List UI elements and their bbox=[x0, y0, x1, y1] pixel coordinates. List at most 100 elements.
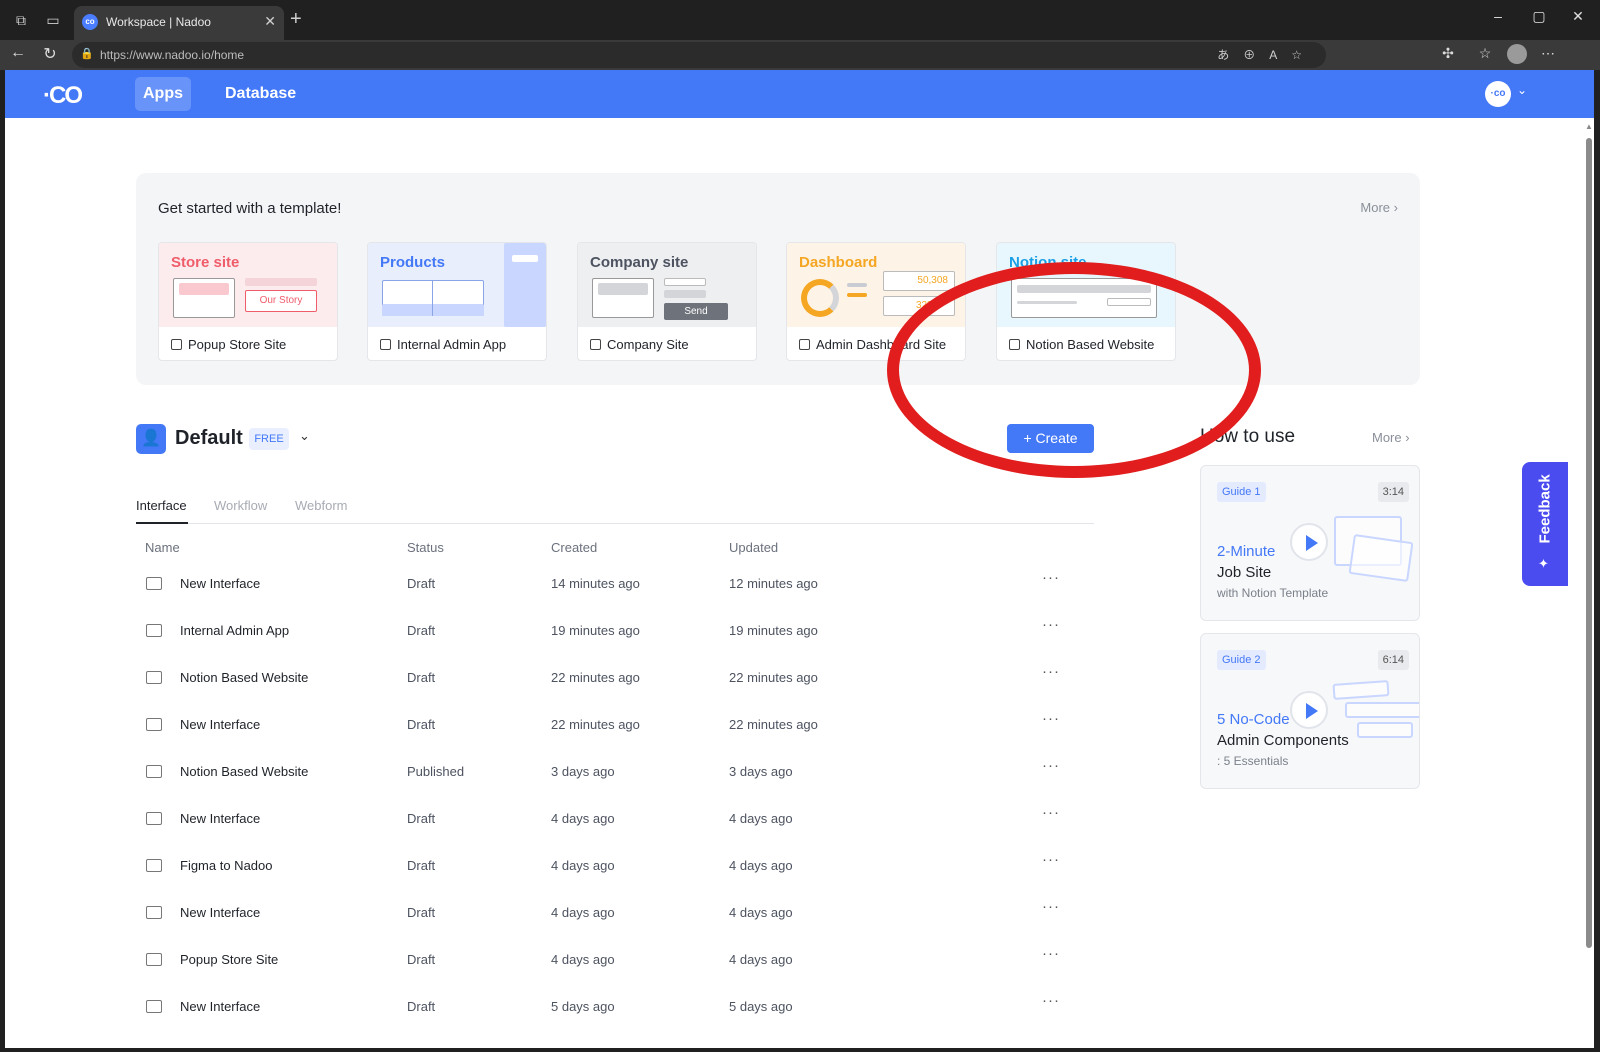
table-row[interactable]: New Interface Draft 14 minutes ago 12 mi… bbox=[136, 564, 1094, 611]
interface-icon bbox=[146, 577, 162, 590]
browser-menu-icon[interactable]: ⋯ bbox=[1538, 45, 1558, 62]
profile-avatar[interactable] bbox=[1507, 44, 1527, 64]
row-created: 19 minutes ago bbox=[551, 623, 640, 638]
browser-tab[interactable]: co Workspace | Nadoo ✕ bbox=[74, 6, 284, 40]
interface-icon bbox=[146, 812, 162, 825]
highlight-annotation bbox=[887, 262, 1261, 478]
web-page: ·CO Apps Database ·co ⌄ Get started with… bbox=[5, 70, 1594, 1048]
minimize-icon[interactable]: – bbox=[1488, 8, 1508, 24]
guide-card-1[interactable]: Guide 1 3:14 2-Minute Job Site with Noti… bbox=[1200, 465, 1420, 621]
active-tab-indicator bbox=[136, 522, 188, 524]
more-icon[interactable]: ··· bbox=[1042, 710, 1060, 727]
guide-illustration bbox=[1332, 680, 1390, 700]
tab-webform[interactable]: Webform bbox=[295, 498, 348, 513]
more-icon[interactable]: ··· bbox=[1042, 569, 1060, 586]
grid-icon bbox=[590, 339, 601, 350]
scroll-up-icon[interactable]: ▲ bbox=[1585, 122, 1593, 131]
column-header-created[interactable]: Created bbox=[551, 540, 597, 555]
more-icon[interactable]: ··· bbox=[1042, 945, 1060, 962]
browser-tab-title: Workspace | Nadoo bbox=[106, 15, 211, 29]
scroll-thumb[interactable] bbox=[1586, 138, 1592, 948]
nav-apps[interactable]: Apps bbox=[135, 77, 191, 111]
play-icon[interactable] bbox=[1290, 523, 1328, 561]
table-row[interactable]: New Interface Draft 4 days ago 4 days ag… bbox=[136, 893, 1094, 940]
play-icon[interactable] bbox=[1290, 691, 1328, 729]
row-name: Notion Based Website bbox=[180, 670, 309, 685]
reload-icon[interactable]: ↻ bbox=[40, 44, 60, 64]
template-card-products[interactable]: Products Internal Admin App bbox=[367, 242, 547, 361]
template-heading: Get started with a template! bbox=[158, 200, 342, 217]
app-header: ·CO Apps Database ·co ⌄ bbox=[5, 70, 1594, 118]
interface-icon bbox=[146, 718, 162, 731]
row-name: Notion Based Website bbox=[180, 764, 309, 779]
table-row[interactable]: New Interface Draft 5 days ago 5 days ag… bbox=[136, 987, 1094, 1034]
row-status: Published bbox=[407, 764, 465, 779]
address-bar[interactable]: 🔒 https://www.nadoo.io/home あ⊕A☆ bbox=[72, 42, 1326, 68]
interface-icon bbox=[146, 859, 162, 872]
back-icon[interactable]: ← bbox=[8, 44, 28, 62]
column-header-status[interactable]: Status bbox=[407, 540, 444, 555]
chevron-down-icon[interactable]: ⌄ bbox=[1517, 83, 1527, 97]
row-updated: 3 days ago bbox=[729, 764, 793, 779]
guide-illustration bbox=[1348, 534, 1414, 582]
table-row[interactable]: Internal Admin App Draft 19 minutes ago … bbox=[136, 611, 1094, 658]
new-tab-icon[interactable]: + bbox=[290, 8, 302, 31]
page-scrollbar[interactable]: ▲ bbox=[1585, 122, 1593, 1042]
guide-card-2[interactable]: Guide 2 6:14 5 No-Code Admin Components … bbox=[1200, 633, 1420, 789]
more-icon[interactable]: ··· bbox=[1042, 616, 1060, 633]
guide-line-1: 5 No-Code bbox=[1217, 711, 1290, 728]
column-header-name[interactable]: Name bbox=[145, 540, 180, 555]
tab-workflow[interactable]: Workflow bbox=[214, 498, 267, 513]
interface-icon bbox=[146, 906, 162, 919]
more-icon[interactable]: ··· bbox=[1042, 898, 1060, 915]
lock-icon: 🔒 bbox=[80, 48, 94, 60]
template-card-company-site[interactable]: Company site Send Company Site bbox=[577, 242, 757, 361]
template-card-store-site[interactable]: Store site Our Story Popup Store Site bbox=[158, 242, 338, 361]
feedback-button[interactable]: Feedback ✦ bbox=[1522, 462, 1568, 586]
nav-database[interactable]: Database bbox=[225, 77, 296, 111]
row-updated: 22 minutes ago bbox=[729, 670, 818, 685]
row-status: Draft bbox=[407, 623, 436, 638]
row-created: 22 minutes ago bbox=[551, 670, 640, 685]
row-created: 4 days ago bbox=[551, 858, 615, 873]
more-icon[interactable]: ··· bbox=[1042, 851, 1060, 868]
card-title: Dashboard bbox=[799, 254, 878, 271]
table-row[interactable]: Popup Store Site Draft 4 days ago 4 days… bbox=[136, 940, 1094, 987]
table-row[interactable]: Notion Based Website Draft 22 minutes ag… bbox=[136, 658, 1094, 705]
tab-actions-icon[interactable]: ▭ bbox=[44, 11, 62, 29]
interface-icon bbox=[146, 624, 162, 637]
workspaces-icon[interactable]: ⧉ bbox=[12, 11, 30, 29]
row-updated: 4 days ago bbox=[729, 952, 793, 967]
table-row[interactable]: New Interface Draft 22 minutes ago 22 mi… bbox=[136, 705, 1094, 752]
row-name: New Interface bbox=[180, 576, 261, 591]
how-to-use-more-link[interactable]: More › bbox=[1372, 430, 1410, 445]
guide-tag: Guide 2 bbox=[1217, 650, 1266, 670]
tab-interface[interactable]: Interface bbox=[136, 498, 187, 513]
favorites-icon[interactable]: ☆ bbox=[1475, 45, 1495, 62]
card-title: Store site bbox=[171, 254, 240, 271]
table-row[interactable]: Notion Based Website Published 3 days ag… bbox=[136, 752, 1094, 799]
chevron-down-icon[interactable]: ⌄ bbox=[299, 428, 310, 444]
more-icon[interactable]: ··· bbox=[1042, 992, 1060, 1009]
table-row[interactable]: New Interface Draft 4 days ago 4 days ag… bbox=[136, 799, 1094, 846]
extensions-icon[interactable]: ✣ bbox=[1438, 45, 1458, 62]
column-header-updated[interactable]: Updated bbox=[729, 540, 778, 555]
grid-icon bbox=[799, 339, 810, 350]
more-icon[interactable]: ··· bbox=[1042, 804, 1060, 821]
row-updated: 4 days ago bbox=[729, 811, 793, 826]
window-close-icon[interactable]: ✕ bbox=[1568, 8, 1588, 25]
table-row[interactable]: Figma to Nadoo Draft 4 days ago 4 days a… bbox=[136, 846, 1094, 893]
row-status: Draft bbox=[407, 811, 436, 826]
content-tabs: Interface Workflow Webform bbox=[136, 494, 1094, 524]
more-icon[interactable]: ··· bbox=[1042, 663, 1060, 680]
more-icon[interactable]: ··· bbox=[1042, 757, 1060, 774]
template-more-link[interactable]: More › bbox=[1360, 200, 1398, 215]
maximize-icon[interactable]: ▢ bbox=[1529, 8, 1549, 25]
guide-line-3: : 5 Essentials bbox=[1217, 754, 1289, 768]
nadoo-logo[interactable]: ·CO bbox=[43, 82, 83, 110]
user-avatar[interactable]: ·co bbox=[1485, 81, 1511, 107]
browser-toolbar: ← ↻ 🔒 https://www.nadoo.io/home あ⊕A☆ ✣ ☆… bbox=[0, 40, 1600, 70]
feedback-label: Feedback bbox=[1536, 474, 1554, 544]
guide-duration: 6:14 bbox=[1377, 650, 1409, 670]
close-icon[interactable]: ✕ bbox=[264, 13, 276, 30]
